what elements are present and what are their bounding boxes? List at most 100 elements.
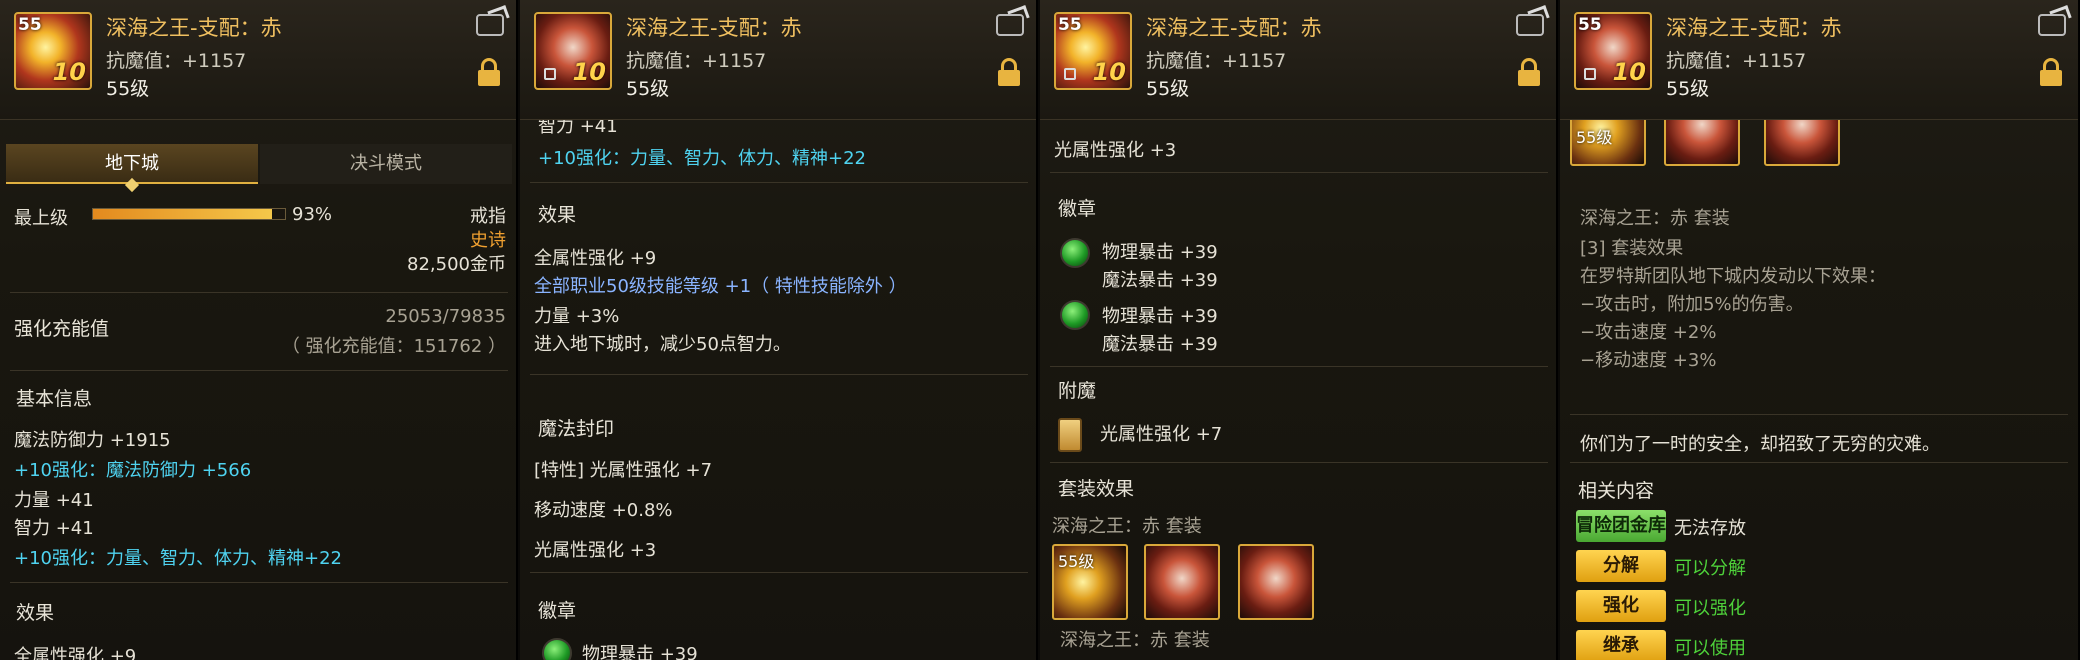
item-level: 55级 — [626, 78, 670, 100]
lock-icon[interactable] — [998, 58, 1020, 86]
set-slot-item[interactable] — [1238, 544, 1314, 620]
basic-info-title: 基本信息 — [16, 388, 93, 410]
set-effect-line: [3] 套装效果 — [1580, 238, 1684, 259]
tooltip-panel-4: 55 10 深海之王-支配：赤 抗魔值：+1157 55级 55级 深海之王：赤… — [1560, 0, 2080, 660]
share-icon[interactable] — [1516, 14, 1544, 36]
inherit-button[interactable]: 继承 — [1576, 630, 1666, 660]
item-header: 10 深海之王-支配：赤 抗魔值：+1157 55级 — [520, 0, 1036, 120]
set-name: 深海之王：赤 套装 — [1052, 516, 1202, 537]
share-icon[interactable] — [2038, 14, 2066, 36]
tooltip-panel-2: 10 深海之王-支配：赤 抗魔值：+1157 55级 智力 +41 +10强化：… — [520, 0, 1038, 660]
item-rarity: 史诗 — [470, 230, 506, 251]
divider — [1050, 462, 1548, 463]
charge-note: （ 强化充能值：151762 ） — [281, 336, 506, 357]
effect-line: 进入地下城时，减少50点智力。 — [534, 334, 791, 355]
divider — [1050, 366, 1548, 367]
enchant-title: 附魔 — [1058, 380, 1097, 402]
enchant-card-icon — [1058, 418, 1082, 452]
seal-line: 光属性强化 +3 — [534, 540, 657, 561]
mode-tabs: 地下城 决斗模式 — [6, 144, 512, 193]
effect-line: 全属性强化 +9 — [14, 646, 137, 660]
lock-icon[interactable] — [2040, 58, 2062, 86]
item-level-tag: 55 — [1058, 15, 1082, 35]
emblem-line: 物理暴击 +39 — [582, 644, 698, 660]
divider — [10, 370, 508, 371]
item-level-tag: 55 — [18, 15, 42, 35]
item-icon[interactable]: 55 10 — [1574, 12, 1652, 90]
item-plus-badge: 10 — [1092, 58, 1126, 86]
seal-line: 移动速度 +0.8% — [534, 500, 673, 521]
divider — [1050, 172, 1548, 173]
emblem-line: 物理暴击 +39 — [1102, 242, 1218, 263]
item-stat-line: 抗魔值：+1157 — [1146, 50, 1287, 72]
set-slot-item[interactable]: 55级 — [1052, 544, 1128, 620]
bound-lock-icon — [1584, 68, 1596, 80]
emblem-title: 徽章 — [538, 600, 577, 622]
set-title: 套装效果 — [1058, 478, 1135, 500]
set-name: 深海之王：赤 套装 — [1060, 630, 1210, 651]
charge-label: 强化充能值 — [14, 318, 110, 340]
item-level: 55级 — [106, 78, 150, 100]
item-plus-badge: 10 — [52, 58, 86, 86]
stat-line: 智力 +41 — [14, 518, 94, 539]
divider — [1570, 462, 2068, 463]
seal-title: 魔法封印 — [538, 418, 615, 440]
action-status: 可以使用 — [1674, 638, 1746, 659]
divider — [1570, 414, 2068, 415]
stat-line: +10强化：力量、智力、体力、精神+22 — [14, 548, 342, 569]
item-icon[interactable]: 10 — [534, 12, 612, 90]
set-effect-line: −移动速度 +3% — [1580, 350, 1717, 371]
set-slot-item[interactable] — [1764, 120, 1840, 166]
item-icon[interactable]: 55 10 — [1054, 12, 1132, 90]
grade-bar-fill — [93, 209, 272, 219]
enhance-button[interactable]: 强化 — [1576, 590, 1666, 622]
effect-line: 全属性强化 +9 — [534, 248, 657, 269]
item-icon[interactable]: 55 10 — [14, 12, 92, 90]
stat-line: 魔法防御力 +1915 — [14, 430, 171, 451]
set-slot-item[interactable]: 55级 — [1570, 120, 1646, 166]
tooltip-panel-1: 55 10 深海之王-支配：赤 抗魔值：+1157 55级 地下城 决斗模式 最… — [0, 0, 518, 660]
set-slot-item[interactable] — [1664, 120, 1740, 166]
seal-line: [特性] 光属性强化 +7 — [534, 460, 713, 481]
emblem-gem-icon — [542, 638, 572, 660]
slot-level: 55级 — [1058, 552, 1095, 571]
grade-label: 最上级 — [14, 208, 68, 229]
divider — [530, 572, 1028, 573]
item-stat-line: 抗魔值：+1157 — [106, 50, 247, 72]
grade-bar — [92, 208, 286, 220]
grade-percent: 93% — [292, 204, 333, 225]
emblem-line: 魔法暴击 +39 — [1102, 270, 1218, 291]
disassemble-button[interactable]: 分解 — [1576, 550, 1666, 582]
tab-pvp[interactable]: 决斗模式 — [260, 144, 512, 184]
share-icon[interactable] — [996, 14, 1024, 36]
item-name: 深海之王-支配：赤 — [626, 16, 802, 40]
lock-icon[interactable] — [478, 58, 500, 86]
item-stat-line: 抗魔值：+1157 — [1666, 50, 1807, 72]
set-slot-item[interactable] — [1144, 544, 1220, 620]
set-name: 深海之王：赤 套装 — [1580, 208, 1730, 229]
emblem-title: 徽章 — [1058, 198, 1097, 220]
emblem-gem-icon — [1060, 300, 1090, 330]
item-header: 55 10 深海之王-支配：赤 抗魔值：+1157 55级 — [1560, 0, 2078, 120]
tooltip-panel-3: 55 10 深海之王-支配：赤 抗魔值：+1157 55级 光属性强化 +3 徽… — [1040, 0, 1558, 660]
stat-line: +10强化：力量、智力、体力、精神+22 — [538, 148, 866, 169]
lock-icon[interactable] — [1518, 58, 1540, 86]
item-name: 深海之王-支配：赤 — [1666, 16, 1842, 40]
stat-line: +10强化：魔法防御力 +566 — [14, 460, 252, 481]
divider — [530, 374, 1028, 375]
item-level: 55级 — [1666, 78, 1710, 100]
stat-line: 力量 +41 — [14, 490, 94, 511]
emblem-gem-icon — [1060, 238, 1090, 268]
item-header: 55 10 深海之王-支配：赤 抗魔值：+1157 55级 — [0, 0, 516, 120]
set-effect-line: 在罗特斯团队地下城内发动以下效果： — [1580, 266, 1886, 287]
adventure-vault-button[interactable]: 冒险团金库 — [1576, 510, 1666, 542]
bound-lock-icon — [1064, 68, 1076, 80]
item-plus-badge: 10 — [1612, 58, 1646, 86]
item-stat-line: 抗魔值：+1157 — [626, 50, 767, 72]
slot-level: 55级 — [1576, 128, 1613, 147]
flavor-text: 你们为了一时的安全，却招致了无穷的灾难。 — [1580, 434, 1940, 455]
bound-lock-icon — [544, 68, 556, 80]
item-plus-badge: 10 — [572, 58, 606, 86]
related-title: 相关内容 — [1578, 480, 1655, 502]
share-icon[interactable] — [476, 14, 504, 36]
